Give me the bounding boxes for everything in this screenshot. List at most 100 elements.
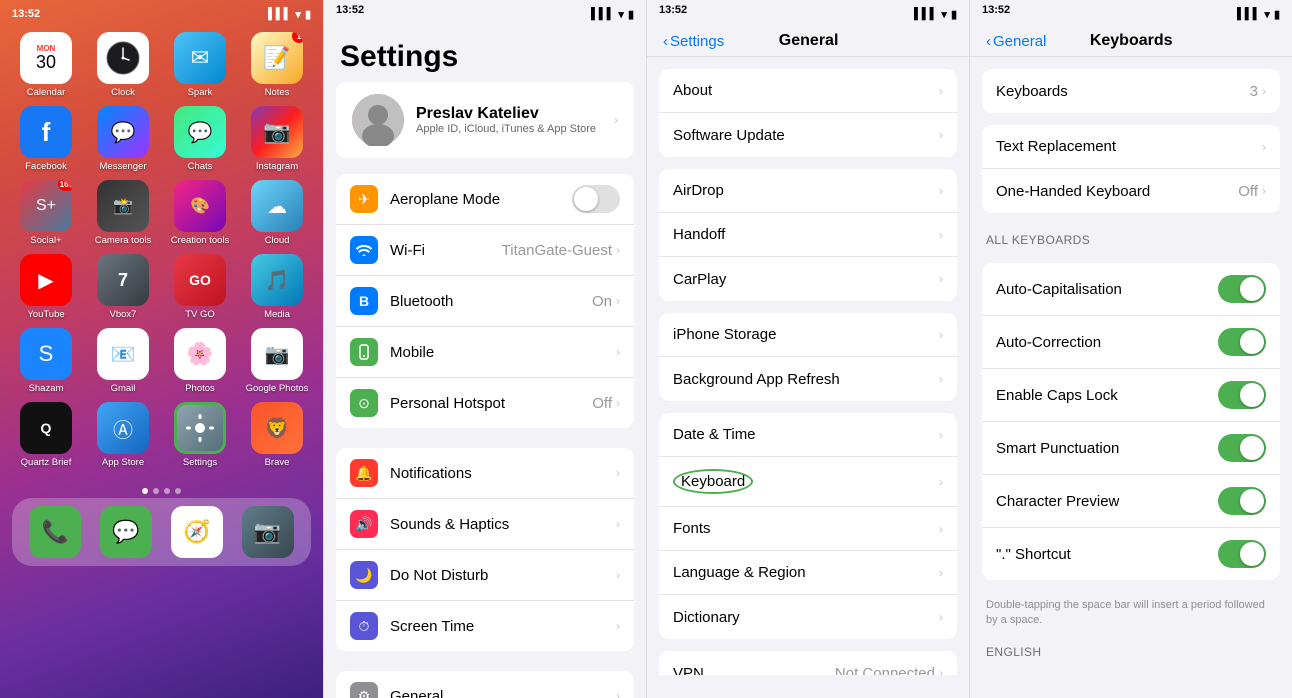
app-appstore[interactable]: Ⓐ App Store xyxy=(89,402,157,468)
profile-row[interactable]: Preslav Kateliev Apple ID, iCloud, iTune… xyxy=(336,82,634,158)
hotspot-chevron: › xyxy=(616,396,620,410)
settings-row-hotspot[interactable]: ⊙ Personal Hotspot Off › xyxy=(336,378,634,428)
settings-row-notifications[interactable]: 🔔 Notifications › xyxy=(336,448,634,499)
app-row-1: MON 30 Calendar Clock xyxy=(12,32,311,98)
keyboards-row-autocorrect[interactable]: Auto-Correction xyxy=(982,316,1280,369)
app-camera-tools[interactable]: 📸 Camera tools xyxy=(89,180,157,246)
general-row-dictionary[interactable]: Dictionary › xyxy=(659,595,957,639)
app-youtube[interactable]: ▶ YouTube xyxy=(12,254,80,320)
settings-row-bluetooth[interactable]: B Bluetooth On › xyxy=(336,276,634,327)
app-creation-tools[interactable]: 🎨 Creation tools xyxy=(166,180,234,246)
keyboards-row-smartpunct[interactable]: Smart Punctuation xyxy=(982,422,1280,475)
dock-camera[interactable]: 📷 xyxy=(242,506,294,558)
settings-row-screentime[interactable]: ⏱ Screen Time › xyxy=(336,601,634,651)
bluetooth-value: On xyxy=(592,293,612,310)
keyboards-row-autocap[interactable]: Auto-Capitalisation xyxy=(982,263,1280,316)
general-signal: ▌▌▌ xyxy=(914,8,937,20)
app-quartz[interactable]: Q Quartz Brief xyxy=(12,402,80,468)
general-section-4: Date & Time › Keyboard › Fonts › Languag… xyxy=(659,413,957,639)
app-calendar[interactable]: MON 30 Calendar xyxy=(12,32,80,98)
home-screen: 13:52 ▌▌▌ ▾ ▮ MON 30 Calendar xyxy=(0,0,323,698)
page-dot-1[interactable] xyxy=(142,488,148,494)
general-row-datetime[interactable]: Date & Time › xyxy=(659,413,957,457)
general-row-fonts[interactable]: Fonts › xyxy=(659,507,957,551)
keyboards-row-count[interactable]: Keyboards 3 › xyxy=(982,69,1280,113)
app-messenger[interactable]: 💬 Messenger xyxy=(89,106,157,172)
keyboards-row-textreplacement[interactable]: Text Replacement › xyxy=(982,125,1280,169)
dock-safari[interactable]: 🧭 xyxy=(171,506,223,558)
app-gphotos[interactable]: 📷 Google Photos xyxy=(243,328,311,394)
dock-messages[interactable]: 💬 xyxy=(100,506,152,558)
settings-row-mobile[interactable]: Mobile › xyxy=(336,327,634,378)
app-vbox[interactable]: 7 Vbox7 xyxy=(89,254,157,320)
app-settings[interactable]: Settings xyxy=(166,402,234,468)
screentime-label: Screen Time xyxy=(390,618,616,635)
keyboards-row-onehanded[interactable]: One-Handed Keyboard Off › xyxy=(982,169,1280,213)
app-tvgo[interactable]: GO TV GO xyxy=(166,254,234,320)
general-row-software[interactable]: Software Update › xyxy=(659,113,957,157)
app-clock[interactable]: Clock xyxy=(89,32,157,98)
keyboards-back-button[interactable]: ‹ General xyxy=(986,33,1046,50)
settings-row-aeroplane[interactable]: ✈ Aeroplane Mode xyxy=(336,174,634,225)
general-back-button[interactable]: ‹ Settings xyxy=(663,33,724,50)
dock-phone[interactable]: 📞 xyxy=(29,506,81,558)
status-bar-home: 13:52 ▌▌▌ ▾ ▮ xyxy=(0,0,323,24)
dnd-label: Do Not Disturb xyxy=(390,567,616,584)
capslock-toggle[interactable] xyxy=(1218,381,1266,409)
settings-row-sounds[interactable]: 🔊 Sounds & Haptics › xyxy=(336,499,634,550)
settings-row-wifi[interactable]: Wi-Fi TitanGate-Guest › xyxy=(336,225,634,276)
general-row-about[interactable]: About › xyxy=(659,69,957,113)
app-spark[interactable]: ✉ Spark xyxy=(166,32,234,98)
notifications-label: Notifications xyxy=(390,465,616,482)
app-row-2: f Facebook 💬 Messenger 💬 Chats 📷 xyxy=(12,106,311,172)
app-gmail-label: Gmail xyxy=(111,383,136,394)
app-facebook[interactable]: f Facebook xyxy=(12,106,80,172)
autocorrect-toggle[interactable] xyxy=(1218,328,1266,356)
aeroplane-toggle[interactable] xyxy=(572,185,620,213)
shortcut-toggle[interactable] xyxy=(1218,540,1266,568)
app-gmail[interactable]: 📧 Gmail xyxy=(89,328,157,394)
autocap-toggle[interactable] xyxy=(1218,275,1266,303)
app-photos[interactable]: 🌸 Photos xyxy=(166,328,234,394)
general-row-airdrop[interactable]: AirDrop › xyxy=(659,169,957,213)
settings-row-dnd[interactable]: 🌙 Do Not Disturb › xyxy=(336,550,634,601)
carplay-label: CarPlay xyxy=(673,271,939,288)
keyboards-row-charpreview[interactable]: Character Preview xyxy=(982,475,1280,528)
hotspot-icon: ⊙ xyxy=(350,389,378,417)
app-notes[interactable]: 📝 1 Notes xyxy=(243,32,311,98)
keyboards-row-capslock[interactable]: Enable Caps Lock xyxy=(982,369,1280,422)
general-row-carplay[interactable]: CarPlay › xyxy=(659,257,957,301)
app-row-5: S Shazam 📧 Gmail 🌸 Photos 📷 Go xyxy=(12,328,311,394)
page-dot-2[interactable] xyxy=(153,488,159,494)
general-row-language[interactable]: Language & Region › xyxy=(659,551,957,595)
app-instagram[interactable]: 📷 Instagram xyxy=(243,106,311,172)
app-media[interactable]: 🎵 Media xyxy=(243,254,311,320)
app-notes-label: Notes xyxy=(265,87,290,98)
general-row-keyboard[interactable]: Keyboard › xyxy=(659,457,957,507)
app-cloud[interactable]: ☁ Cloud xyxy=(243,180,311,246)
app-social[interactable]: S+ 167 Social+ xyxy=(12,180,80,246)
keyboards-row-shortcut[interactable]: "." Shortcut xyxy=(982,528,1280,580)
general-row-bgrefresh[interactable]: Background App Refresh › xyxy=(659,357,957,401)
page-dot-3[interactable] xyxy=(164,488,170,494)
smartpunct-toggle[interactable] xyxy=(1218,434,1266,462)
carplay-chevron: › xyxy=(939,272,943,286)
settings-row-general[interactable]: ⚙ General › xyxy=(336,671,634,698)
all-keyboards-header: ALL KEYBOARDS xyxy=(970,225,1292,251)
app-brave[interactable]: 🦁 Brave xyxy=(243,402,311,468)
settings-title: Settings xyxy=(324,24,646,82)
shortcut-label: "." Shortcut xyxy=(996,546,1218,563)
autocap-label: Auto-Capitalisation xyxy=(996,281,1218,298)
general-row-storage[interactable]: iPhone Storage › xyxy=(659,313,957,357)
keyboard-label: Keyboard xyxy=(673,469,939,494)
bgrefresh-chevron: › xyxy=(939,372,943,386)
general-row-handoff[interactable]: Handoff › xyxy=(659,213,957,257)
app-shazam[interactable]: S Shazam xyxy=(12,328,80,394)
app-chats[interactable]: 💬 Chats xyxy=(166,106,234,172)
general-row-vpn[interactable]: VPN Not Connected › xyxy=(659,651,957,675)
page-dot-4[interactable] xyxy=(175,488,181,494)
settings-status-icons: ▌▌▌ ▾ ▮ xyxy=(591,4,634,24)
charpreview-toggle[interactable] xyxy=(1218,487,1266,515)
general-battery: ▮ xyxy=(951,8,957,21)
wifi-value: TitanGate-Guest xyxy=(502,242,612,259)
